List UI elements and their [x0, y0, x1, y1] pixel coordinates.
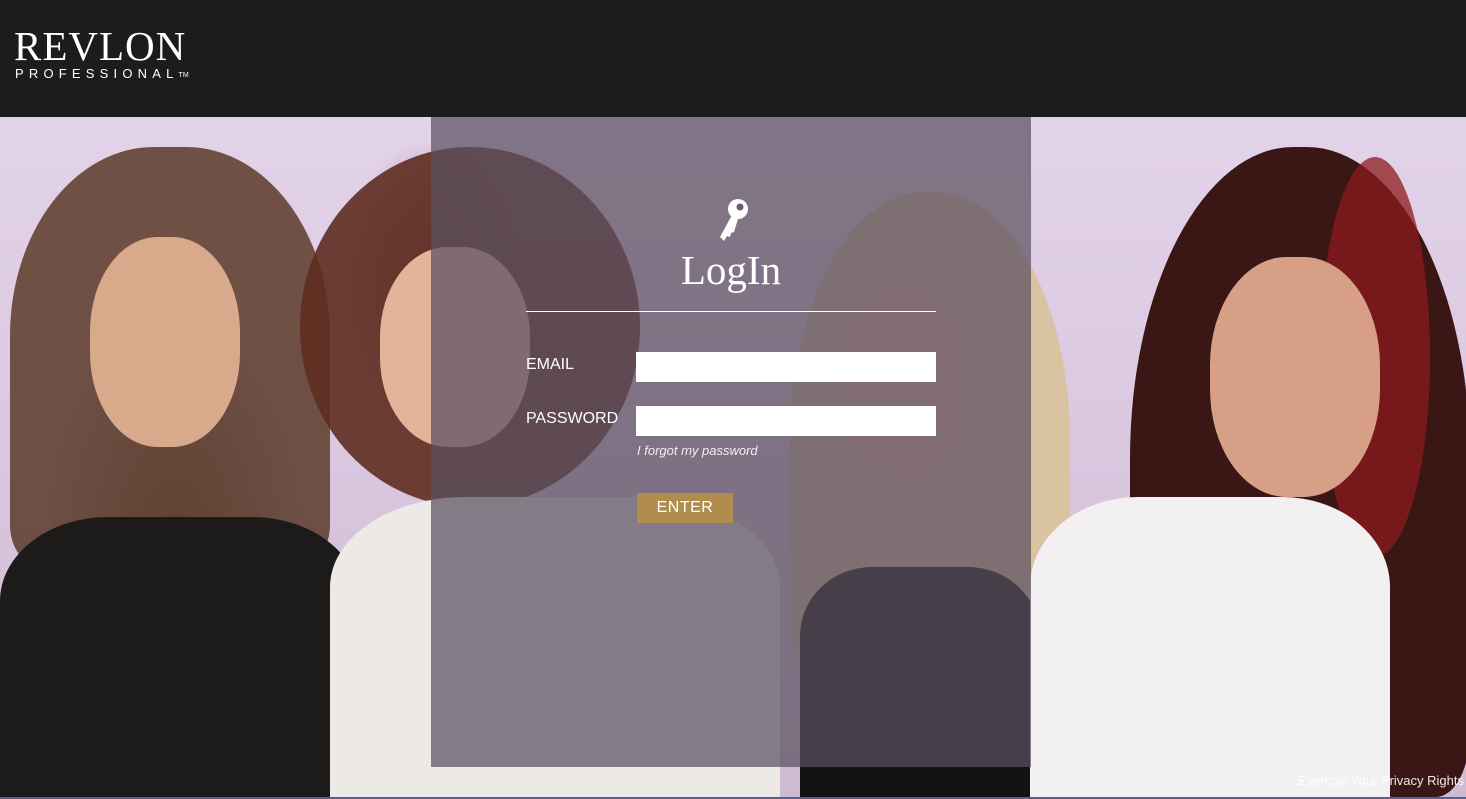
- brand-logo[interactable]: REVLON PROFESSIONALTM: [14, 26, 189, 82]
- email-field[interactable]: [636, 352, 936, 382]
- logo-wordmark: REVLON: [14, 23, 187, 69]
- site-header: REVLON PROFESSIONALTM: [0, 0, 1466, 117]
- password-field[interactable]: [636, 406, 936, 436]
- logo-subtitle-text: PROFESSIONAL: [15, 66, 179, 81]
- password-label: PASSWORD: [526, 410, 619, 427]
- login-panel: LogIn EMAIL PASSWORD I forgot my passwor…: [431, 117, 1031, 767]
- model-1-outfit: [0, 517, 360, 797]
- email-label: EMAIL: [526, 356, 575, 373]
- model-4-face: [1210, 257, 1380, 497]
- login-page: REVLON PROFESSIONALTM LogIn EMAIL PASSWO…: [0, 0, 1466, 799]
- privacy-rights-link[interactable]: Exercise Your Privacy Rights: [1298, 773, 1464, 789]
- logo-trademark: TM: [178, 72, 189, 79]
- title-divider: [526, 311, 936, 312]
- enter-button[interactable]: ENTER: [637, 493, 733, 523]
- login-title: LogIn: [680, 247, 782, 293]
- forgot-password-link[interactable]: I forgot my password: [637, 443, 758, 459]
- key-icon: [712, 197, 752, 245]
- model-1-face: [90, 237, 240, 447]
- logo-subtitle: PROFESSIONALTM: [15, 66, 189, 82]
- model-4-outfit: [1030, 497, 1390, 797]
